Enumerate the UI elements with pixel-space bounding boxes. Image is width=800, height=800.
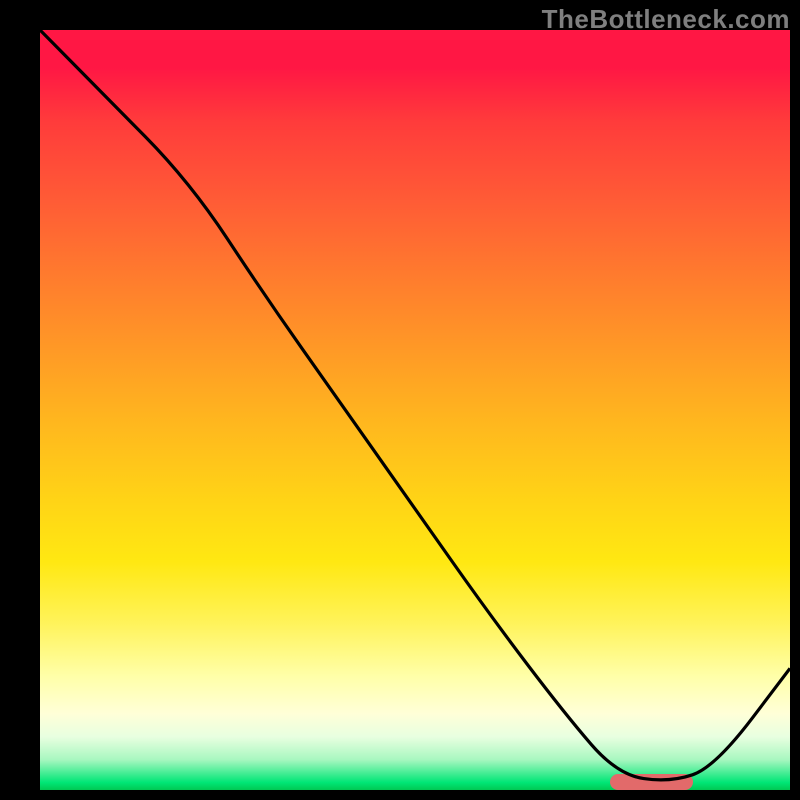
- chart-frame: TheBottleneck.com: [0, 0, 800, 800]
- curve-path: [40, 30, 790, 780]
- plot-area: [40, 30, 790, 790]
- bottleneck-curve: [40, 30, 790, 790]
